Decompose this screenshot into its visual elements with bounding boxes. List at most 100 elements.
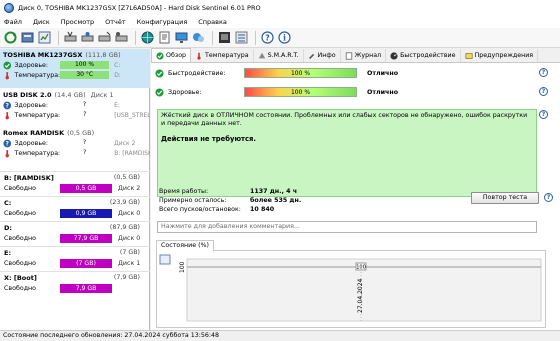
check-icon: [155, 69, 164, 78]
menu-bar: Файл Диск Просмотр Отчёт Конфигурация Сп…: [0, 16, 560, 28]
settings-icon[interactable]: [234, 31, 248, 45]
partition-item[interactable]: E: (7 GB) Свободно (7 GB) Диск 1: [0, 246, 150, 270]
tab-health-graph[interactable]: Состояние (%): [156, 240, 215, 251]
disk-info-icon[interactable]: [20, 31, 34, 45]
temp-label: Температура:: [14, 149, 61, 157]
tab-alerts[interactable]: Предупреждения: [461, 49, 539, 62]
menu-file[interactable]: Файл: [4, 18, 22, 26]
app-icon: [4, 3, 14, 13]
monitor-icon[interactable]: [174, 31, 188, 45]
partition-disk: Диск 1: [118, 260, 141, 267]
svg-text:?: ?: [6, 140, 10, 147]
info-icon[interactable]: i: [277, 31, 291, 45]
tab-label: Предупреждения: [474, 52, 534, 59]
disk-header: USB DISK 2.0 (14,4 GB) Диск 1: [0, 89, 150, 100]
disk-name: Romex RAMDISK: [3, 128, 65, 137]
report-icon[interactable]: [37, 31, 51, 45]
svg-text:?: ?: [6, 102, 10, 109]
partition-name: C:: [4, 199, 12, 207]
temp-value: ?: [83, 111, 87, 118]
disk-temp-row: Температура: 30 °C D:: [0, 70, 150, 80]
disk-item-2[interactable]: Romex RAMDISK (0,5 GB) ? Здоровье: ? Диск…: [0, 127, 150, 163]
send-report-icon[interactable]: [217, 31, 231, 45]
menu-config[interactable]: Конфигурация: [137, 18, 188, 26]
free-space-bar: 0,9 GB: [60, 209, 112, 218]
disk-item-1[interactable]: USB DISK 2.0 (14,4 GB) Диск 1 ? Здоровье: …: [0, 89, 150, 125]
alert-icon: [464, 52, 473, 59]
uptime-label: Время работы:: [159, 188, 209, 195]
free-label: Свободно: [4, 285, 37, 292]
globe-icon[interactable]: [140, 31, 154, 45]
free-space-bar: 77,9 GB: [60, 234, 112, 243]
thermometer-icon: [197, 52, 201, 60]
disk-name: USB DISK 2.0: [3, 90, 52, 99]
disk-test-icon[interactable]: [63, 31, 77, 45]
tab-smart[interactable]: S.M.A.R.T.: [254, 49, 304, 62]
menu-disk[interactable]: Диск: [33, 18, 50, 26]
partition-item[interactable]: X: [Boot] (7,9 GB) Свободно 7,9 GB: [0, 271, 150, 295]
health-graph-canvas: 100: [159, 254, 542, 322]
health-value: ?: [82, 139, 87, 146]
tab-label: Быстродействие: [400, 52, 456, 59]
health-label: Здоровье:: [14, 139, 49, 147]
question-icon: ?: [3, 139, 12, 147]
help-icon[interactable]: ?: [539, 87, 548, 96]
help-icon[interactable]: ?: [539, 68, 548, 77]
performance-label: Быстродействие:: [168, 70, 226, 77]
partition-disk: Диск 0: [118, 210, 141, 217]
partition-size: (7 GB): [119, 249, 140, 256]
thermometer-icon: [5, 111, 9, 119]
temp-value: 30 °C: [60, 71, 110, 79]
partition-size: (7,9 GB): [113, 274, 140, 281]
disk-test2-icon[interactable]: [80, 31, 94, 45]
remaining-value: более 535 дн.: [250, 197, 302, 204]
surface-test-icon[interactable]: [97, 31, 111, 45]
health-graph: 100 100 27.04.2024: [156, 251, 546, 328]
temp-label: Температура:: [14, 71, 61, 79]
health-status: Отлично: [367, 89, 399, 96]
tab-log[interactable]: Журнал: [341, 49, 387, 62]
notes-icon[interactable]: [157, 31, 171, 45]
refresh-icon[interactable]: [3, 31, 17, 45]
comment-input[interactable]: Нажмите для добавления комментария...: [157, 221, 537, 233]
health-row: Здоровье: 100 % Отлично: [155, 86, 535, 100]
question-icon: ?: [3, 101, 12, 109]
tab-temperature[interactable]: Температура: [191, 49, 254, 62]
disk-item-0[interactable]: TOSHIBA MK1237GSX (111,8 GB) Здоровье: 10…: [0, 49, 150, 88]
free-label: Свободно: [4, 235, 37, 242]
free-label: Свободно: [4, 185, 37, 192]
tab-overview[interactable]: Обзор: [151, 48, 192, 62]
save-report-icon[interactable]: [191, 31, 205, 45]
check-icon: [155, 88, 164, 97]
starts-label: Всего пусков/остановок:: [159, 206, 241, 213]
menu-help[interactable]: Справка: [198, 18, 227, 26]
disk-health-row: ? Здоровье: ? E:: [0, 100, 150, 110]
detail-panel: Обзор Температура S.M.A.R.T. Инфо Журнал…: [151, 48, 560, 330]
tab-info[interactable]: Инфо: [304, 49, 341, 62]
graph-tabs: Состояние (%): [156, 240, 546, 251]
menu-report[interactable]: Отчёт: [105, 18, 126, 26]
partition-item[interactable]: C: (23,9 GB) Свободно 0,9 GB Диск 0: [0, 196, 150, 220]
partition-item[interactable]: D: (87,9 GB) Свободно 77,9 GB Диск 0: [0, 221, 150, 245]
tab-label: Температура: [205, 52, 249, 59]
disk-health-row: Здоровье: 100 % C:: [0, 60, 150, 70]
partition-name: X: [Boot]: [4, 274, 37, 282]
partition-item[interactable]: B: [RAMDISK] (0,5 GB) Свободно 0,5 GB Ди…: [0, 171, 150, 195]
help-icon[interactable]: ?: [260, 31, 274, 45]
smart-icon[interactable]: [114, 31, 128, 45]
free-label: Свободно: [4, 260, 37, 267]
tab-label: Обзор: [166, 52, 187, 59]
tab-performance[interactable]: Быстродействие: [386, 49, 461, 62]
help-icon[interactable]: ?: [544, 193, 553, 202]
menu-view[interactable]: Просмотр: [61, 18, 94, 26]
disk-temp-row: Температура: ? [USB_STREL: [0, 110, 150, 120]
partition-name: B: [RAMDISK]: [4, 174, 54, 182]
toolbar: ? i: [0, 28, 560, 48]
disk-size: (14,4 GB): [54, 90, 86, 99]
repeat-test-button[interactable]: Повтор теста: [471, 192, 539, 204]
gauge-icon: [390, 51, 398, 60]
status-text: Жёсткий диск в ОТЛИЧНОМ состоянии. Пробл…: [161, 112, 528, 127]
help-icon[interactable]: ?: [539, 110, 548, 119]
disk-header: Romex RAMDISK (0,5 GB): [0, 127, 150, 138]
save-graph-icon[interactable]: [159, 254, 171, 265]
